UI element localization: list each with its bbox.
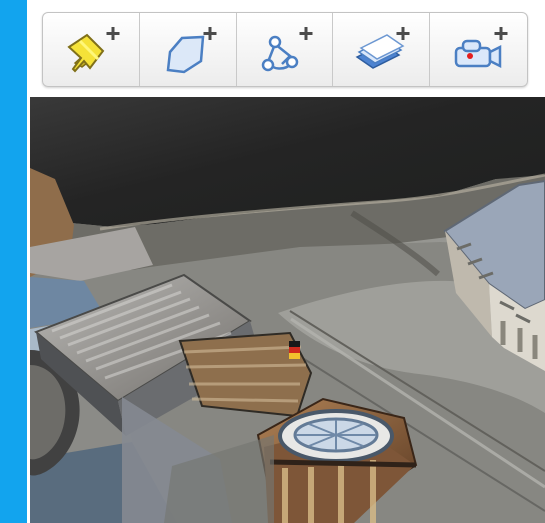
add-polygon-button[interactable]	[140, 13, 237, 86]
earth-app-window	[0, 0, 545, 523]
polygon-plus-icon	[166, 26, 217, 73]
pushpin-plus-icon	[67, 26, 120, 72]
path-plus-icon	[262, 26, 313, 71]
camera-plus-icon	[454, 26, 508, 68]
add-path-button[interactable]	[237, 13, 334, 86]
overlay-plus-icon	[355, 26, 410, 69]
aerial-building-scene	[30, 97, 545, 523]
record-tour-button[interactable]	[430, 13, 527, 86]
aerial-map-viewport[interactable]	[30, 97, 545, 523]
left-sidebar-rail	[0, 0, 27, 523]
top-toolbar	[42, 12, 528, 87]
add-placemark-button[interactable]	[43, 13, 140, 86]
add-image-overlay-button[interactable]	[333, 13, 431, 86]
